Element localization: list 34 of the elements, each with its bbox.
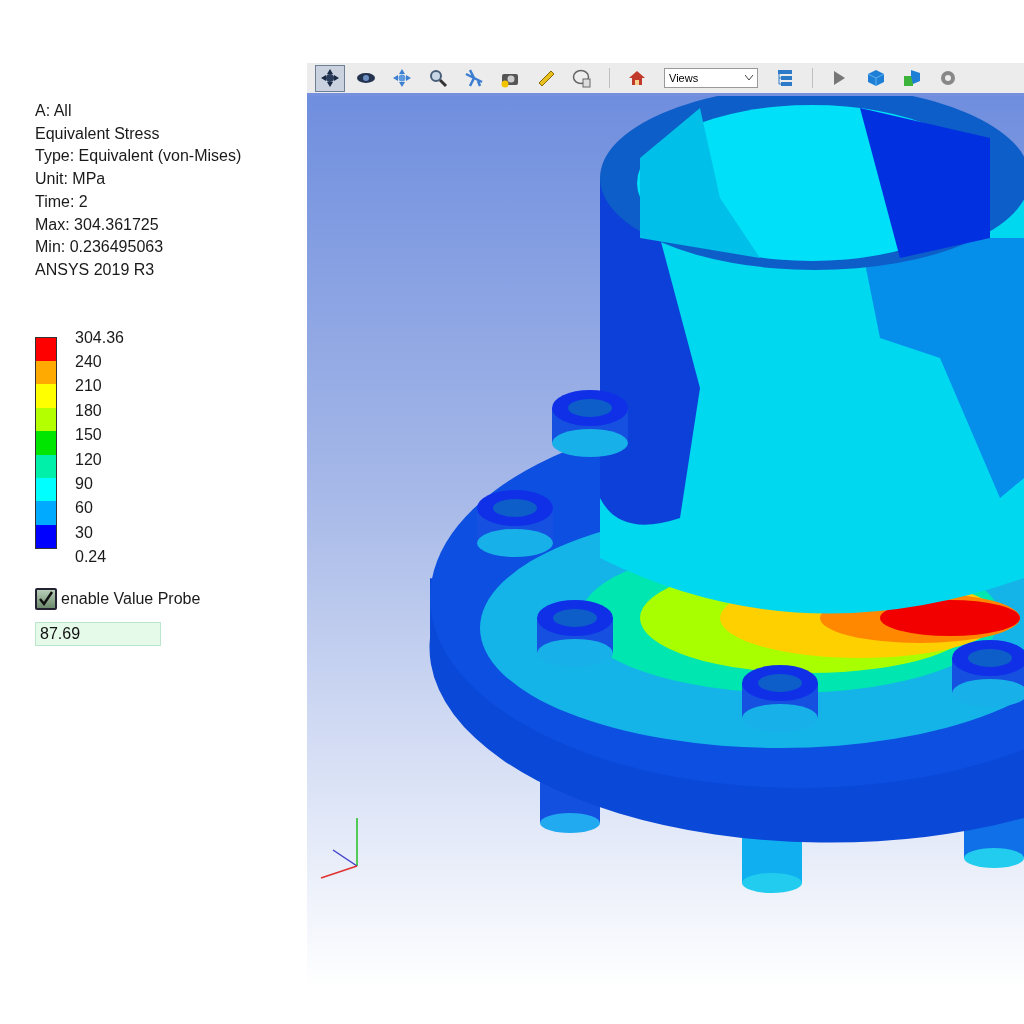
move-icon: [320, 68, 340, 88]
scale-label: 304.36: [75, 327, 124, 348]
caret-icon: [745, 75, 753, 81]
zoom-icon: [428, 68, 448, 88]
result-info-text: Type: Equivalent (von-Mises): [35, 146, 243, 167]
result-info-text: A: All: [35, 101, 73, 121]
comment-icon: [572, 68, 592, 88]
cube-icon: [866, 68, 886, 88]
result-info-text: Equivalent Stress: [35, 123, 161, 144]
scale-label: 240: [75, 352, 103, 372]
result-info-text: ANSYS 2019 R3: [35, 259, 156, 280]
ruler-icon: [536, 68, 556, 88]
checkbox-label: enable Value Probe: [61, 589, 201, 608]
result-info-text: Unit: MPa: [35, 169, 107, 190]
scale-label: 180: [75, 400, 103, 421]
scale-label: 150: [75, 425, 103, 446]
scale-label: 120: [75, 449, 103, 470]
home-icon: [627, 68, 647, 88]
scale-label: 0.24: [75, 547, 108, 568]
result-info-text: Max: 304.361725: [35, 214, 160, 235]
result-info-text: Time: 2: [35, 191, 89, 212]
scale-label: 90: [75, 473, 94, 494]
probe-value-field[interactable]: 87.69: [35, 621, 161, 646]
toolbar-button[interactable]: [315, 64, 345, 92]
result-info-text: Min: 0.236495063: [35, 237, 165, 258]
pan-icon: [392, 68, 412, 88]
scale-label: 210: [75, 376, 103, 397]
axis-triad-icon: [320, 817, 358, 879]
tree-icon: [775, 68, 795, 88]
scale-label: 60: [75, 498, 94, 519]
value-probe-checkbox[interactable]: [35, 587, 57, 610]
cubes-icon: [902, 68, 922, 88]
views-dropdown[interactable]: Views: [664, 68, 758, 88]
scale-label: 30: [75, 522, 94, 543]
